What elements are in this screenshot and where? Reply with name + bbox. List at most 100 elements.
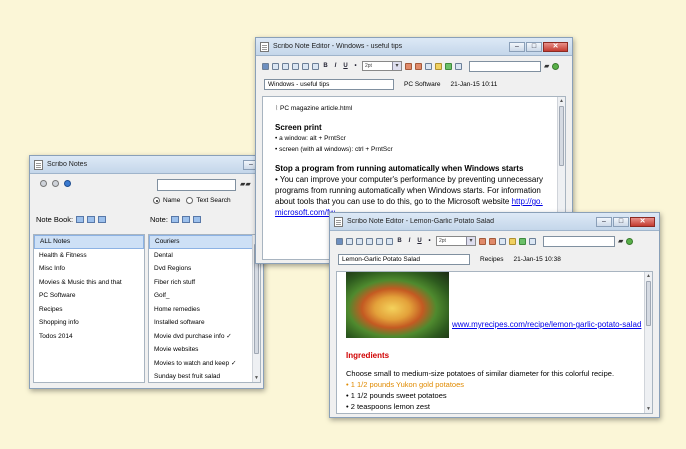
note-item[interactable]: Home remedies xyxy=(149,303,260,317)
microsoft-link-cont[interactable]: microsoft.com/fw xyxy=(275,208,335,217)
scroll-down-icon[interactable]: ▼ xyxy=(253,374,260,382)
picture-icon[interactable] xyxy=(529,237,536,245)
note-title-field[interactable]: Lemon-Garlic Potato Salad xyxy=(338,253,470,265)
underline-icon[interactable]: U xyxy=(416,238,423,244)
copy-icon[interactable] xyxy=(376,237,383,245)
scroll-thumb[interactable] xyxy=(559,106,564,166)
close-button[interactable]: ✕ xyxy=(630,216,655,227)
note-title-field[interactable]: Windows - useful tips xyxy=(264,78,394,90)
attachment-row[interactable]: ⌇ PC magazine article.html xyxy=(275,103,561,114)
link-icon[interactable] xyxy=(519,237,526,245)
note-item[interactable]: Fiber rich stuff xyxy=(149,276,260,290)
font-color-icon[interactable] xyxy=(405,62,412,70)
refresh-icon[interactable] xyxy=(52,179,59,187)
binoculars-icon[interactable]: ▰ xyxy=(544,62,549,70)
editor2-title: Scribo Note Editor - Lemon-Garlic Potato… xyxy=(347,218,495,225)
editor2-search-input[interactable] xyxy=(543,235,615,247)
radio-text-search[interactable] xyxy=(186,197,194,204)
editor2-titlebar[interactable]: Scribo Note Editor - Lemon-Garlic Potato… xyxy=(330,213,659,231)
note-item[interactable]: Dvd Regions xyxy=(149,262,260,276)
settings-icon[interactable] xyxy=(40,179,47,187)
notebook-item[interactable]: Misc Info xyxy=(34,262,144,276)
note-item[interactable]: Couriers xyxy=(149,235,260,249)
close-button[interactable]: ✕ xyxy=(543,41,568,52)
link-icon[interactable] xyxy=(445,62,452,70)
notebook-name: PC Software xyxy=(404,80,441,88)
maximize-button[interactable]: □ xyxy=(526,41,542,52)
rule-icon[interactable] xyxy=(425,62,432,70)
print-icon[interactable] xyxy=(346,237,353,245)
delete-notebook-icon[interactable] xyxy=(98,216,107,223)
go-icon[interactable] xyxy=(552,62,560,70)
notebook-label: Note Book: xyxy=(36,215,74,224)
notebook-item[interactable]: Movies & Music this and that xyxy=(34,276,144,290)
binoculars-icon[interactable]: ▰▰ xyxy=(240,180,251,188)
recipe-link[interactable]: www.myrecipes.com/recipe/lemon-garlic-po… xyxy=(452,320,641,329)
notebook-item[interactable]: ALL Notes xyxy=(34,235,144,249)
search-input[interactable] xyxy=(157,179,236,191)
scroll-down-icon[interactable]: ▼ xyxy=(645,405,652,413)
note-item[interactable]: Movies to watch and keep ✓ xyxy=(149,357,260,371)
editor1-titlebar[interactable]: Scribo Note Editor - Windows - useful ti… xyxy=(256,38,572,56)
copy-icon[interactable] xyxy=(302,62,309,70)
scroll-up-icon[interactable]: ▲ xyxy=(645,272,652,280)
underline-icon[interactable]: U xyxy=(342,63,349,69)
picture-icon[interactable] xyxy=(455,62,462,70)
print-icon[interactable] xyxy=(272,62,279,70)
bold-icon[interactable]: B xyxy=(396,238,403,244)
font-color-icon[interactable] xyxy=(479,237,486,245)
maximize-button[interactable]: □ xyxy=(613,216,629,227)
notebook-item[interactable]: Todos 2014 xyxy=(34,330,144,344)
microsoft-link[interactable]: http://go. xyxy=(512,197,543,206)
scroll-thumb[interactable] xyxy=(646,281,651,326)
edit-notebook-icon[interactable] xyxy=(87,216,96,223)
text-run: about tools that you can use to do this,… xyxy=(275,197,512,206)
highlight-icon[interactable] xyxy=(415,62,422,70)
cut-icon[interactable] xyxy=(366,237,373,245)
delete-note-icon[interactable] xyxy=(192,216,201,223)
editor2-scrollbar[interactable]: ▲ ▼ xyxy=(644,272,652,413)
italic-icon[interactable]: I xyxy=(332,63,339,69)
note-item[interactable]: Golf_ xyxy=(149,289,260,303)
font-size-select[interactable]: 2pt xyxy=(436,236,476,246)
save-icon[interactable] xyxy=(336,237,343,245)
paste-icon[interactable] xyxy=(386,237,393,245)
scroll-up-icon[interactable]: ▲ xyxy=(558,97,565,105)
export-icon[interactable] xyxy=(356,237,363,245)
attachment-name[interactable]: PC magazine article.html xyxy=(280,105,352,112)
note-item[interactable]: Movie websites xyxy=(149,343,260,357)
paste-icon[interactable] xyxy=(312,62,319,70)
minimize-button[interactable]: – xyxy=(509,41,525,52)
info-icon[interactable] xyxy=(64,179,71,187)
bold-icon[interactable]: B xyxy=(322,63,329,69)
rule-icon[interactable] xyxy=(499,237,506,245)
highlight-icon[interactable] xyxy=(489,237,496,245)
note-item[interactable]: Sunday best fruit salad xyxy=(149,370,260,382)
editor2-content[interactable]: www.myrecipes.com/recipe/lemon-garlic-po… xyxy=(336,271,653,414)
note-item[interactable]: Movie dvd purchase info ✓ xyxy=(149,330,260,344)
save-icon[interactable] xyxy=(262,62,269,70)
binoculars-icon[interactable]: ▰ xyxy=(618,237,623,245)
main-titlebar[interactable]: Scribo Notes – xyxy=(30,156,263,174)
editor1-search-input[interactable] xyxy=(469,60,541,72)
notebook-item[interactable]: PC Software xyxy=(34,289,144,303)
radio-name[interactable] xyxy=(153,197,160,204)
bullet-icon[interactable]: • xyxy=(352,63,359,69)
cut-icon[interactable] xyxy=(292,62,299,70)
notebook-item[interactable]: Shopping info xyxy=(34,316,144,330)
add-notebook-icon[interactable] xyxy=(76,216,85,223)
font-size-select[interactable]: 2pt xyxy=(362,61,402,71)
folder-icon[interactable] xyxy=(435,62,442,70)
notebook-item[interactable]: Health & Fitness xyxy=(34,249,144,263)
export-icon[interactable] xyxy=(282,62,289,70)
minimize-button[interactable]: – xyxy=(596,216,612,227)
go-icon[interactable] xyxy=(626,237,634,245)
bullet-icon[interactable]: • xyxy=(426,238,433,244)
edit-note-icon[interactable] xyxy=(181,216,190,223)
note-item[interactable]: Installed software xyxy=(149,316,260,330)
notebook-item[interactable]: Recipes xyxy=(34,303,144,317)
add-note-icon[interactable] xyxy=(170,216,179,223)
folder-icon[interactable] xyxy=(509,237,516,245)
note-item[interactable]: Dental xyxy=(149,249,260,263)
italic-icon[interactable]: I xyxy=(406,238,413,244)
